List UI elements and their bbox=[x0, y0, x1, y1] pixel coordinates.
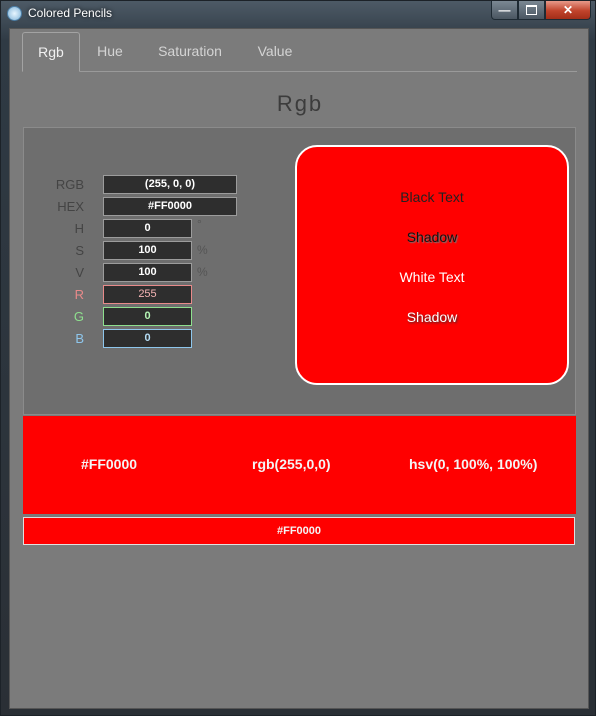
r-field[interactable]: 255 bbox=[103, 285, 192, 304]
tab-rgb[interactable]: Rgb bbox=[22, 32, 80, 72]
window-title: Colored Pencils bbox=[28, 6, 113, 20]
b-field[interactable]: 0 bbox=[103, 329, 192, 348]
app-window: Colored Pencils — ✕ Rgb Hue Saturation V… bbox=[0, 0, 596, 716]
color-panel: RGB (255, 0, 0) HEX #FF0000 H 0 ° S 100 … bbox=[23, 127, 576, 415]
white-shadow-sample: Shadow bbox=[406, 309, 458, 325]
hex-bar: #FF0000 bbox=[23, 517, 575, 545]
s-label: S bbox=[75, 243, 84, 258]
tab-saturation[interactable]: Saturation bbox=[148, 32, 232, 71]
g-label: G bbox=[73, 309, 84, 324]
v-field[interactable]: 100 bbox=[103, 263, 192, 282]
title-bar[interactable]: Colored Pencils — ✕ bbox=[1, 1, 596, 27]
close-button[interactable]: ✕ bbox=[545, 1, 591, 20]
black-text-sample: Black Text bbox=[400, 189, 464, 205]
window-controls: — ✕ bbox=[491, 1, 591, 21]
hex-label: HEX bbox=[57, 199, 84, 214]
tab-value[interactable]: Value bbox=[246, 32, 304, 71]
page-heading: Rgb bbox=[276, 91, 324, 116]
color-values-band: #FF0000 rgb(255,0,0) hsv(0, 100%, 100%) bbox=[23, 416, 576, 514]
h-field[interactable]: 0 bbox=[103, 219, 192, 238]
band-hsv: hsv(0, 100%, 100%) bbox=[409, 456, 538, 472]
minimize-icon: — bbox=[498, 3, 511, 17]
r-label: R bbox=[74, 287, 84, 302]
app-icon bbox=[7, 6, 22, 21]
g-field[interactable]: 0 bbox=[103, 307, 192, 326]
h-unit: ° bbox=[197, 217, 202, 231]
h-label: H bbox=[74, 221, 84, 236]
white-text-sample: White Text bbox=[399, 269, 465, 285]
s-unit: % bbox=[197, 243, 208, 257]
maximize-button[interactable] bbox=[518, 1, 545, 20]
minimize-button[interactable]: — bbox=[491, 1, 518, 20]
color-fields: RGB (255, 0, 0) HEX #FF0000 H 0 ° S 100 … bbox=[24, 172, 240, 352]
v-label: V bbox=[75, 265, 84, 280]
s-field[interactable]: 100 bbox=[103, 241, 192, 260]
b-label: B bbox=[75, 331, 84, 346]
color-swatch: Black Text Shadow White Text Shadow bbox=[295, 145, 569, 385]
v-unit: % bbox=[197, 265, 208, 279]
maximize-icon bbox=[526, 5, 537, 15]
tab-bar: Rgb Hue Saturation Value bbox=[22, 29, 577, 72]
tab-hue[interactable]: Hue bbox=[84, 32, 136, 71]
rgb-field[interactable]: (255, 0, 0) bbox=[103, 175, 237, 194]
band-hex: #FF0000 bbox=[81, 456, 138, 472]
rgb-label: RGB bbox=[55, 177, 84, 192]
client-area: Rgb Hue Saturation Value Rgb RGB (255, 0… bbox=[9, 28, 589, 709]
close-icon: ✕ bbox=[562, 3, 574, 17]
band-rgb: rgb(255,0,0) bbox=[252, 456, 331, 472]
hex-field[interactable]: #FF0000 bbox=[103, 197, 237, 216]
black-shadow-sample: Shadow bbox=[406, 229, 458, 245]
